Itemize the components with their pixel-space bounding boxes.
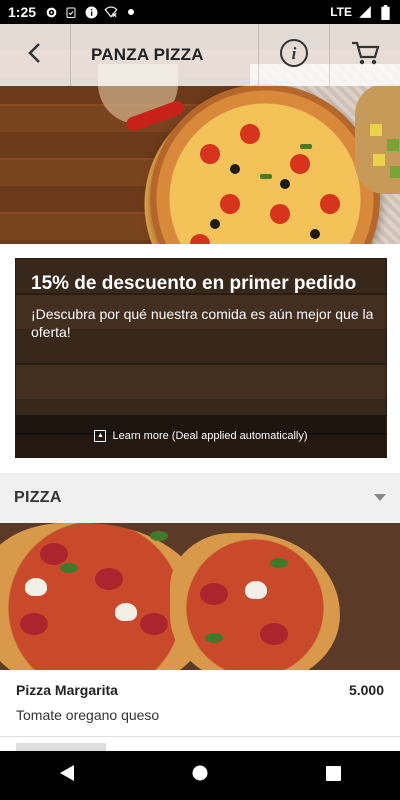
circle-home-icon — [192, 765, 208, 786]
product-item[interactable]: Pizza Margarita 5.000 Tomate oregano que… — [0, 670, 400, 737]
product-image[interactable] — [0, 523, 400, 670]
app-title-container: PANZA PIZZA — [71, 24, 259, 86]
category-header[interactable]: PIZZA — [0, 473, 400, 523]
product-name: Pizza Margarita — [16, 682, 118, 698]
dot-icon — [124, 5, 138, 19]
svg-text:i: i — [292, 44, 297, 63]
app-bar: PANZA PIZZA i — [0, 24, 400, 86]
product-description: Tomate oregano queso — [16, 707, 160, 723]
product-price: 5.000 — [348, 682, 384, 698]
caret-down-icon — [374, 489, 386, 507]
promo-learn-more[interactable]: ▲ Learn more (Deal applied automatically… — [16, 415, 386, 457]
system-nav-bar — [0, 751, 400, 800]
signal-icon — [358, 5, 372, 19]
cart-icon — [350, 39, 380, 72]
nav-home-button[interactable] — [180, 756, 220, 796]
gear-icon — [44, 5, 58, 19]
nav-back-button[interactable] — [47, 756, 87, 796]
clipboard-check-icon — [64, 5, 78, 19]
battery-icon — [378, 4, 392, 20]
next-product-item-partial[interactable] — [0, 737, 400, 751]
expand-icon: ▲ — [94, 430, 107, 442]
info-button[interactable]: i — [259, 24, 330, 86]
status-bar: 1:25 LTE — [0, 0, 400, 24]
wifi-off-icon — [104, 5, 118, 19]
triangle-back-icon — [59, 764, 75, 787]
promo-subtitle: ¡Descubra por qué nuestra comida es aún … — [31, 306, 374, 340]
back-button[interactable] — [0, 24, 71, 86]
status-time: 1:25 — [8, 4, 37, 20]
promo-banner[interactable]: 15% de descuento en primer pedido ¡Descu… — [15, 258, 387, 458]
square-recents-icon — [325, 765, 341, 786]
cart-button[interactable] — [330, 24, 400, 86]
promo-footer-text: Learn more (Deal applied automatically) — [112, 430, 308, 442]
network-type: LTE — [330, 5, 352, 19]
page-title: PANZA PIZZA — [91, 45, 204, 64]
back-arrow-icon — [25, 41, 45, 70]
nav-recents-button[interactable] — [313, 756, 353, 796]
promo-title: 15% de descuento en primer pedido — [31, 273, 357, 294]
info-icon: i — [279, 38, 309, 73]
info-circle-icon — [84, 5, 98, 19]
category-label: PIZZA — [14, 489, 62, 506]
